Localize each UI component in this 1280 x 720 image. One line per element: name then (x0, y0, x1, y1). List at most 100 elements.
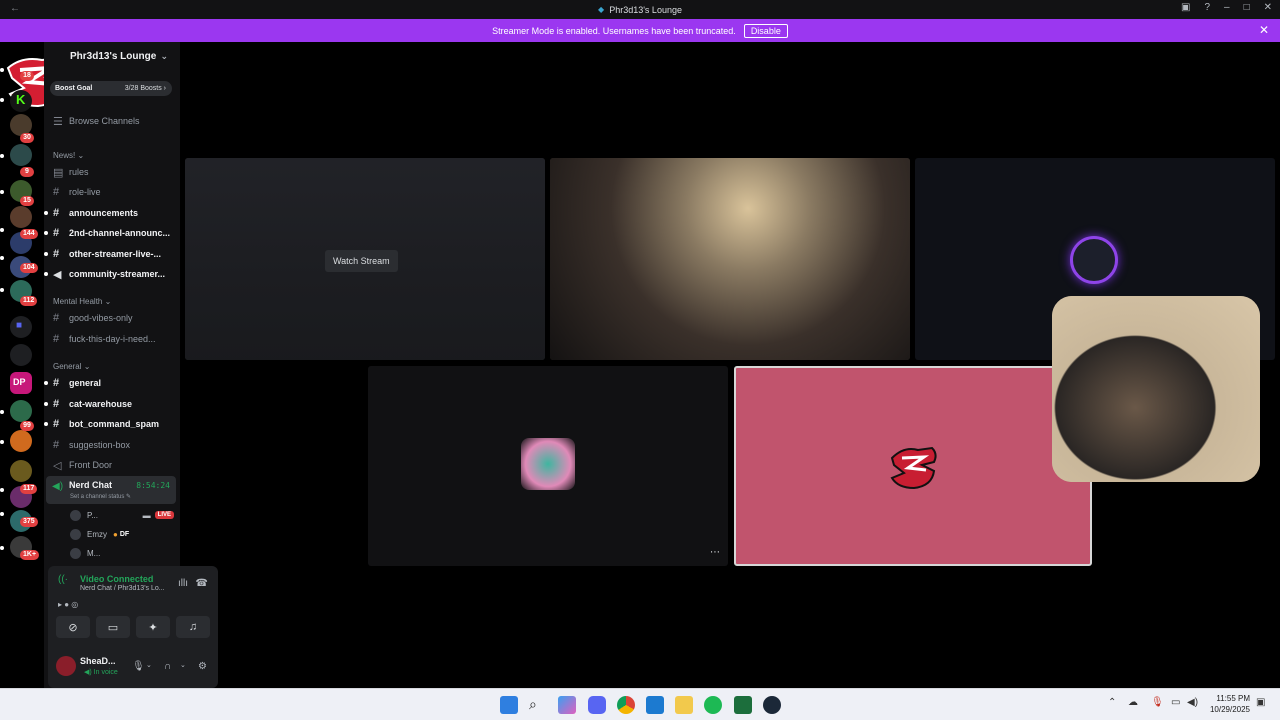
video-tile-brand[interactable] (734, 366, 1092, 566)
clock[interactable]: 11:55 PM 10/29/2025 (1210, 693, 1250, 715)
video-tile-room[interactable] (550, 158, 910, 360)
network-icon[interactable]: ▭ (1171, 697, 1180, 708)
avatar (70, 528, 81, 540)
gear-icon[interactable]: ⚙ (198, 661, 207, 672)
streamer-mode-banner: Streamer Mode is enabled. Usernames have… (0, 19, 1280, 42)
category-news[interactable]: News! ⌄ (53, 151, 84, 160)
server-icon-15[interactable] (10, 460, 32, 482)
voice-location[interactable]: Nerd Chat / Phr3d13's Lo... (80, 585, 165, 592)
back-arrow-icon[interactable]: ← (10, 3, 20, 14)
chevron-down-icon[interactable]: ⌄ (146, 661, 152, 669)
channel-other-streamer[interactable]: # other-streamer-live-... (44, 245, 176, 263)
server-icon-14[interactable] (10, 430, 32, 452)
chevron-up-icon[interactable]: ⌃ (1108, 697, 1116, 708)
noise-suppression-icon[interactable]: ıllı (178, 578, 188, 589)
spotify-icon[interactable] (704, 696, 722, 714)
copilot-icon[interactable] (558, 696, 576, 714)
video-tile-clownz[interactable]: ⋯ (368, 366, 728, 566)
boost-count-text: 3/28 Boosts (124, 85, 162, 92)
disable-button[interactable]: Disable (743, 23, 788, 38)
more-options-icon[interactable]: ⋯ (710, 547, 720, 558)
discord-taskbar-icon[interactable] (588, 696, 606, 714)
channel-fuck-this-day[interactable]: # fuck-this-day-i-need... (48, 330, 176, 348)
voice-user[interactable]: P... ▬ LIVE (70, 506, 174, 524)
search-icon[interactable]: ⌕ (529, 696, 547, 714)
microphone-icon[interactable]: 🎙 (1151, 697, 1164, 708)
category-label: General (53, 362, 82, 371)
server-icon-6[interactable] (10, 206, 32, 228)
screen-share-icon: ▭ (107, 621, 119, 634)
channel-suggestion-box[interactable]: # suggestion-box (48, 436, 176, 454)
close-banner-icon[interactable]: ✕ (1259, 23, 1269, 37)
badge-count: 1K+ (20, 550, 40, 560)
browse-label: Browse Channels (69, 116, 140, 126)
user-panel[interactable]: SheaD... ◀) In voice 🎙 ⌄ ∩ ⌄ ⚙ (54, 652, 214, 682)
badge-count: 144 (20, 229, 38, 239)
badge-count: 9 (20, 167, 34, 177)
soundboard-button[interactable]: ♫ (176, 616, 210, 638)
stream-tile-preview[interactable]: Watch Stream (185, 158, 545, 360)
store-icon[interactable] (646, 696, 664, 714)
inbox-icon[interactable]: ▣ (1181, 2, 1190, 13)
server-icon-13[interactable] (10, 400, 32, 422)
volume-icon[interactable]: ◀) (1187, 697, 1198, 708)
server-kick-icon[interactable]: K (10, 90, 32, 112)
file-explorer-icon[interactable] (675, 696, 693, 714)
window-title-wrap: ◆ Phr3d13's Lounge (598, 5, 682, 15)
microphone-icon[interactable]: 🎙 (132, 661, 145, 672)
boost-goal-bar[interactable]: Boost Goal 3/28 Boosts › (50, 81, 172, 96)
participant-avatars: ▸ ● ◎ (58, 600, 79, 609)
category-label: Mental Health (53, 297, 103, 306)
chrome-icon[interactable] (617, 696, 635, 714)
voice-user[interactable]: M... (70, 544, 174, 562)
channel-cat-warehouse[interactable]: # cat-warehouse (44, 395, 176, 413)
hash-icon: # (53, 227, 60, 239)
help-icon[interactable]: ? (1204, 2, 1210, 13)
channel-announcements[interactable]: # announcements (44, 204, 176, 222)
server-icon-4[interactable] (10, 144, 32, 166)
channel-good-vibes[interactable]: # good-vibes-only (48, 309, 176, 327)
activities-button[interactable]: ✦ (136, 616, 170, 638)
start-icon[interactable] (500, 696, 518, 714)
voice-channel-nerd-chat[interactable]: ◀) Nerd Chat 8:54:24 Set a channel statu… (46, 476, 176, 504)
minimize-icon[interactable]: – (1224, 2, 1230, 13)
hash-icon: # (53, 312, 60, 324)
cloud-icon[interactable]: ☁ (1128, 697, 1138, 708)
category-mental-health[interactable]: Mental Health ⌄ (53, 297, 111, 306)
streamer-webcam-overlay (1052, 296, 1260, 482)
channel-bot-command-spam[interactable]: # bot_command_spam (44, 415, 176, 433)
channel-general[interactable]: # general (44, 374, 176, 392)
camera-off-button[interactable]: ⊘ (56, 616, 90, 638)
channel-front-door[interactable]: ◁ Front Door (48, 456, 176, 474)
maximize-icon[interactable]: □ (1244, 2, 1250, 13)
headphones-icon[interactable]: ∩ (164, 661, 171, 672)
server-dp-icon[interactable]: DP (10, 372, 32, 394)
close-window-icon[interactable]: ✕ (1264, 2, 1272, 13)
terminal-icon[interactable] (734, 696, 752, 714)
channel-label: general (69, 378, 102, 388)
channel-status-text: Set a channel status (70, 494, 125, 500)
category-general[interactable]: General ⌄ (53, 362, 90, 371)
screen-share-button[interactable]: ▭ (96, 616, 130, 638)
server-folder-icon[interactable]: ■ (10, 316, 32, 338)
user-status-text: In voice (93, 669, 118, 676)
server-icon-11[interactable] (10, 344, 32, 366)
chevron-down-icon: ⌄ (160, 51, 168, 61)
server-header[interactable]: Phr3d13's Lounge ⌄ (44, 42, 180, 70)
notification-icon[interactable]: ▣ (1256, 697, 1265, 708)
browse-channels[interactable]: ☰ Browse Channels (48, 112, 176, 130)
activities-icon: ✦ (148, 621, 158, 634)
voice-user[interactable]: Emzy ● DF (70, 525, 174, 543)
boost-goal-label: Boost Goal (55, 85, 93, 92)
watch-stream-button[interactable]: Watch Stream (325, 250, 398, 272)
channel-rules[interactable]: ▤ rules (48, 163, 176, 181)
voice-channel-name: Nerd Chat (69, 480, 113, 490)
chevron-down-icon[interactable]: ⌄ (180, 661, 186, 669)
channel-community-streamer[interactable]: ◀ community-streamer... (44, 265, 176, 283)
steam-icon[interactable] (763, 696, 781, 714)
channel-role-live[interactable]: # role-live (48, 183, 176, 201)
disconnect-icon[interactable]: ☎ (196, 578, 208, 589)
voice-timer: 8:54:24 (136, 481, 170, 490)
channel-status[interactable]: Set a channel status ✎ (70, 493, 131, 500)
channel-2nd-announcements[interactable]: #2nd-channel-announc... (44, 224, 176, 242)
